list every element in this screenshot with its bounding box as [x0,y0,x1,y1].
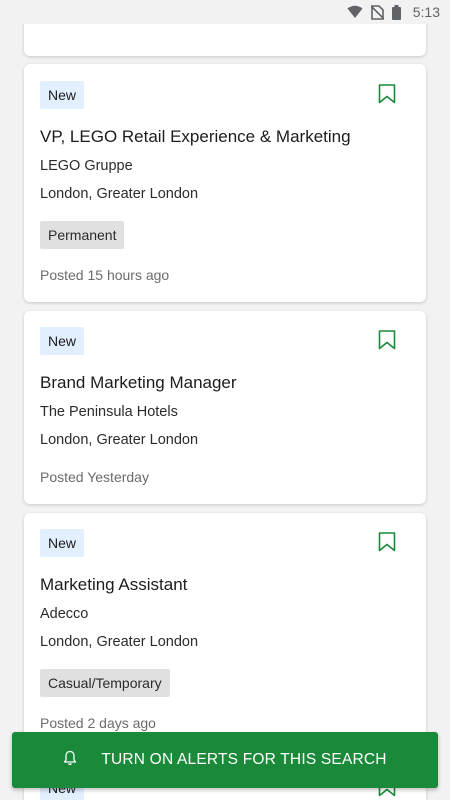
posted-date: Posted 2 days ago [40,715,156,731]
status-bar: 5:13 [0,0,450,24]
status-time: 5:13 [412,4,440,20]
job-title[interactable]: Brand Marketing Manager [40,373,237,393]
job-location: London, Greater London [40,186,199,202]
company-name: Adecco [40,606,89,622]
job-type-tag: Permanent [40,221,125,249]
job-location: London, Greater London [40,432,199,448]
no-sim-icon [370,4,384,20]
posted-date: Posted 15 hours ago [40,267,170,283]
bookmark-icon[interactable] [378,532,396,552]
new-badge: New [40,529,85,557]
job-title[interactable]: Marketing Assistant [40,575,187,595]
company-name: The Peninsula Hotels [40,404,178,420]
posted-date: Posted Yesterday [40,469,149,485]
bookmark-icon[interactable] [378,84,396,104]
job-results-list[interactable]: New VP, LEGO Retail Experience & Marketi… [0,0,450,800]
turn-on-alerts-button[interactable]: TURN ON ALERTS FOR THIS SEARCH [12,732,438,788]
job-card[interactable]: New Brand Marketing Manager The Peninsul… [24,311,426,504]
alert-button-label: TURN ON ALERTS FOR THIS SEARCH [101,751,387,768]
new-badge: New [40,81,85,109]
job-type-tag: Casual/Temporary [40,669,170,697]
job-title[interactable]: VP, LEGO Retail Experience & Marketing [40,127,351,147]
new-badge: New [40,327,85,355]
job-card[interactable]: New VP, LEGO Retail Experience & Marketi… [24,64,426,302]
company-name: LEGO Gruppe [40,158,133,174]
bell-icon [63,750,77,771]
job-location: London, Greater London [40,634,199,650]
job-card[interactable]: New Marketing Assistant Adecco London, G… [24,513,426,753]
wifi-icon [347,5,363,19]
bookmark-icon[interactable] [378,330,396,350]
battery-icon [391,4,401,20]
